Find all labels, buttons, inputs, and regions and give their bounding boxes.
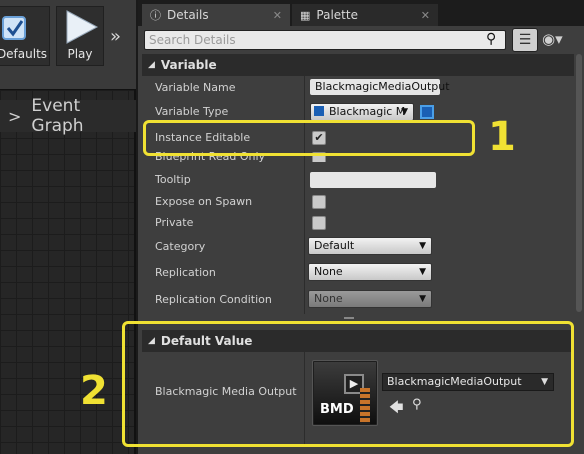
row-variable-name: Variable Name BlackmagicMediaOutput <box>142 76 574 100</box>
highlight-box-1 <box>143 120 475 156</box>
row-category: Category Default ▼ <box>142 235 574 259</box>
class-defaults-button[interactable]: Defaults <box>0 6 50 66</box>
variable-type-combo[interactable]: Blackmagic M ▼ <box>310 103 414 121</box>
category-label: Category <box>155 240 206 253</box>
play-button[interactable]: Play <box>56 6 104 66</box>
eye-icon[interactable]: ◉▾ <box>542 30 563 48</box>
search-icon[interactable]: ⚲ <box>486 31 496 47</box>
variable-type-value: Blackmagic M <box>329 105 406 118</box>
variable-name-field[interactable]: BlackmagicMediaOutput <box>310 79 450 95</box>
variable-type-label: Variable Type <box>155 105 229 118</box>
replication-value: None <box>314 265 343 278</box>
checkbox-icon <box>2 16 26 40</box>
row-private: Private <box>142 211 574 235</box>
replication-combo[interactable]: None ▼ <box>308 263 432 281</box>
grid-icon: ▦ <box>300 8 311 22</box>
blueprint-toolbar: Defaults Play » <box>0 0 136 90</box>
search-input[interactable]: Search Details <box>144 30 506 50</box>
close-palette-tab-icon[interactable]: ✕ <box>421 9 430 22</box>
replication-label: Replication <box>155 266 216 279</box>
category-combo[interactable]: Default ▼ <box>308 237 432 255</box>
callout-number-2: 2 <box>80 368 108 414</box>
dropdown-arrow-icon: ▼ <box>419 267 426 277</box>
tab-palette[interactable]: ▦ Palette ✕ <box>292 4 438 26</box>
replication-condition-value: None <box>314 292 343 305</box>
info-icon: ⓘ <box>150 9 161 22</box>
private-label: Private <box>155 216 194 229</box>
container-type-icon[interactable] <box>420 105 434 119</box>
graph-canvas[interactable]: > Event Graph <box>0 90 136 454</box>
variable-section-title: Variable <box>160 58 217 72</box>
tab-details-label: Details <box>167 8 209 22</box>
dropdown-arrow-icon: ▼ <box>419 241 426 251</box>
callout-number-1: 1 <box>488 114 516 160</box>
highlight-box-2 <box>122 321 574 447</box>
replication-condition-label: Replication Condition <box>155 293 272 306</box>
private-checkbox[interactable] <box>312 216 326 230</box>
tooltip-field[interactable] <box>310 172 436 188</box>
details-scrollbar[interactable] <box>576 54 582 312</box>
variable-name-label: Variable Name <box>155 81 236 94</box>
row-replication: Replication None ▼ <box>142 261 574 285</box>
row-tooltip: Tooltip <box>142 168 574 192</box>
event-graph-label: Event Graph <box>31 96 84 136</box>
defaults-label: Defaults <box>0 47 48 61</box>
play-label: Play <box>67 47 93 61</box>
category-value: Default <box>314 239 355 252</box>
tab-details[interactable]: ⓘ Details ✕ <box>142 4 290 26</box>
close-details-tab-icon[interactable]: ✕ <box>273 9 282 22</box>
expose-on-spawn-label: Expose on Spawn <box>155 195 253 208</box>
variable-section-header[interactable]: ◢ Variable <box>142 54 574 76</box>
dropdown-arrow-icon: ▼ <box>401 107 408 117</box>
list-view-button[interactable]: ☰ <box>512 28 538 52</box>
dropdown-arrow-icon: ▼ <box>419 294 426 304</box>
row-replication-condition: Replication Condition None ▼ <box>142 288 574 312</box>
object-type-icon <box>314 106 324 116</box>
play-icon <box>66 10 99 44</box>
list-icon: ☰ <box>518 32 532 48</box>
panel-tabbar: ⓘ Details ✕ ▦ Palette ✕ <box>138 0 584 26</box>
chevron-right-icon: > <box>8 106 22 126</box>
tooltip-label: Tooltip <box>155 173 191 186</box>
collapse-triangle-icon: ◢ <box>148 60 155 70</box>
splitter-handle[interactable] <box>344 317 354 319</box>
event-graph-tab[interactable]: > Event Graph <box>0 96 136 136</box>
replication-condition-combo[interactable]: None ▼ <box>308 290 432 308</box>
more-toolbar-icon[interactable]: » <box>110 26 121 47</box>
tab-palette-label: Palette <box>316 8 358 22</box>
expose-on-spawn-checkbox[interactable] <box>312 195 326 209</box>
